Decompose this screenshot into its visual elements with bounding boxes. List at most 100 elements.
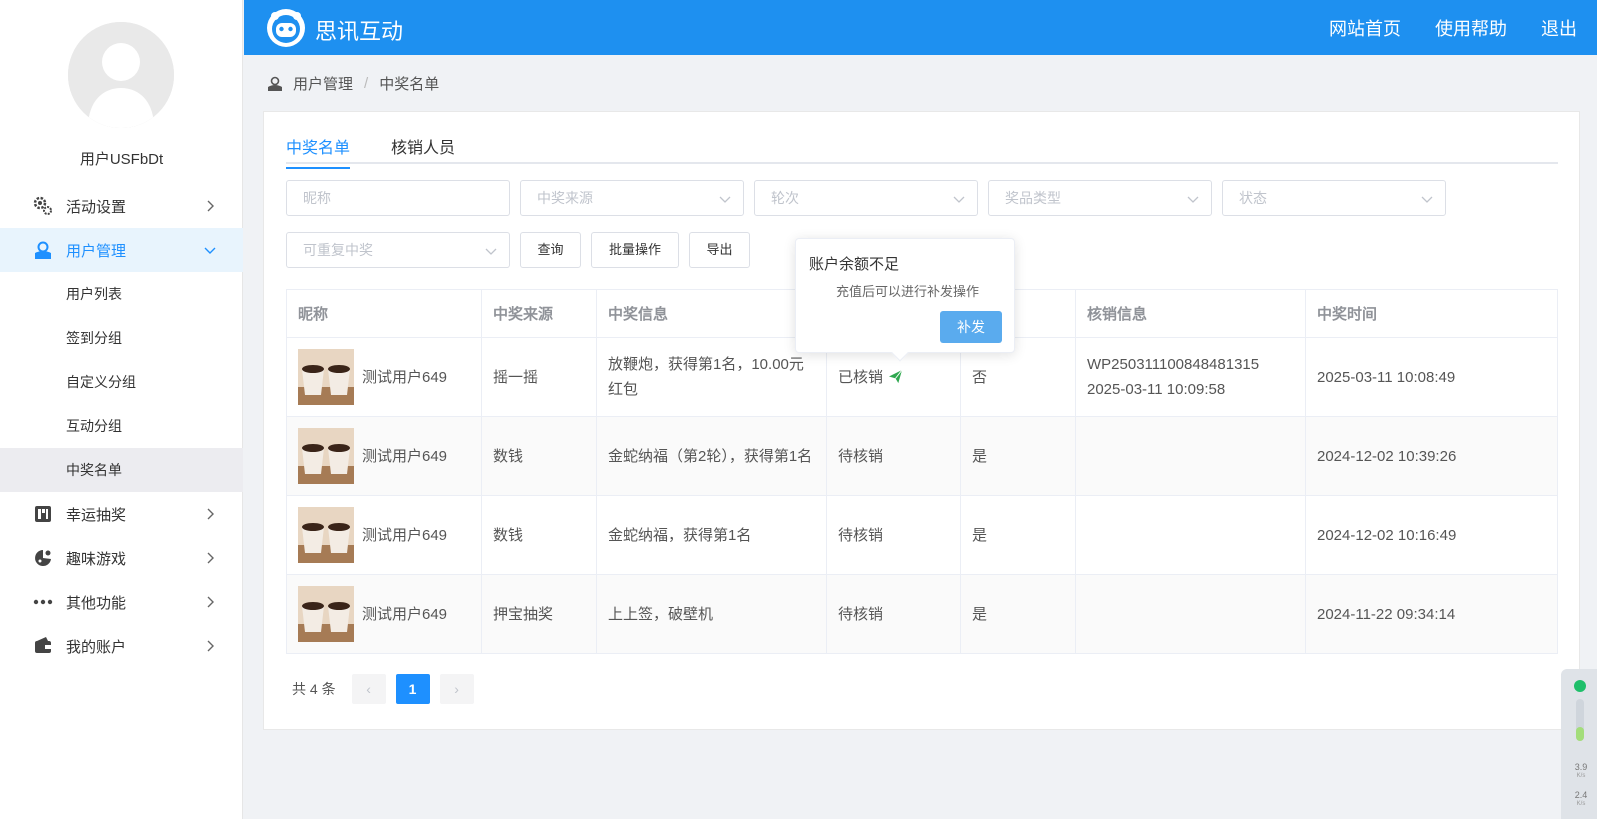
sidebar-subitem-winner-list[interactable]: 中奖名单	[0, 448, 243, 492]
nickname-text: 测试用户649	[362, 605, 448, 623]
export-button[interactable]: 导出	[689, 232, 750, 268]
nickname-text: 测试用户649	[362, 447, 448, 465]
sidebar-item-label: 活动设置	[66, 198, 127, 216]
round-select-placeholder: 轮次	[771, 190, 799, 206]
prize-info-cell: 金蛇纳福，获得第1名	[596, 495, 827, 575]
sidebar-item-label: 其他功能	[66, 594, 127, 612]
chevron-right-icon	[207, 640, 214, 652]
user-shield-icon	[268, 76, 282, 91]
round-select[interactable]: 轮次	[754, 180, 978, 216]
user-cell: 测试用户649	[298, 349, 470, 405]
source-cell: 押宝抽奖	[481, 574, 597, 654]
sidebar-subitem-custom-group[interactable]: 自定义分组	[0, 360, 243, 404]
sidebar-subitem-interaction-group[interactable]: 互动分组	[0, 404, 243, 448]
prev-page-button[interactable]: ‹	[351, 674, 386, 704]
download-unit: K/s	[1576, 801, 1586, 807]
robot-logo-icon[interactable]	[266, 8, 306, 48]
status-select[interactable]: 状态	[1222, 180, 1446, 216]
avatar-placeholder-icon	[68, 22, 174, 128]
prize-info-cell: 放鞭炮，获得第1名，10.00元红包	[596, 337, 827, 417]
user-thumbnail	[298, 507, 354, 563]
sidebar-item-lucky-draw[interactable]: 幸运抽奖	[0, 492, 243, 536]
source-select[interactable]: 中奖来源	[520, 180, 744, 216]
win-time-cell: 2024-12-02 10:16:49	[1305, 495, 1558, 575]
link-help[interactable]: 使用帮助	[1435, 15, 1507, 41]
sidebar-item-my-account[interactable]: 我的账户	[0, 624, 243, 668]
sidebar-subitem-user-list[interactable]: 用户列表	[0, 272, 243, 316]
sidebar-subitem-checkin-group[interactable]: 签到分组	[0, 316, 243, 360]
repeat-win-cell[interactable]: 是	[960, 495, 1076, 575]
chevron-down-icon	[1421, 196, 1433, 203]
repeat-win-cell[interactable]: 是	[960, 574, 1076, 654]
repeat-win-select[interactable]: 可重复中奖	[286, 232, 510, 268]
breadcrumb: 用户管理 / 中奖名单	[267, 73, 439, 94]
query-button[interactable]: 查询	[520, 232, 581, 268]
sidebar-item-fun-games[interactable]: 趣味游戏	[0, 536, 243, 580]
sidebar-item-user-management[interactable]: 用户管理	[0, 228, 243, 272]
logo-text[interactable]: 思讯互动	[315, 14, 403, 46]
status-select-placeholder: 状态	[1239, 190, 1267, 206]
sidebar-item-other-features[interactable]: 其他功能	[0, 580, 243, 624]
sidebar-item-label: 用户管理	[66, 242, 127, 260]
chevron-down-icon	[485, 248, 497, 255]
upload-unit: K/s	[1576, 773, 1586, 779]
user-cell: 测试用户649	[298, 428, 470, 484]
popover-description: 充值后可以进行补发操作	[836, 284, 980, 299]
usage-bar-fill	[1576, 727, 1584, 741]
win-time-cell: 2025-03-11 10:08:49	[1305, 337, 1558, 417]
verify-info-cell	[1075, 574, 1306, 654]
wallet-icon	[32, 635, 54, 657]
game-icon	[32, 547, 54, 569]
verify-info-cell	[1075, 416, 1306, 496]
total-count: 共 4 条	[292, 681, 336, 697]
chevron-right-icon	[207, 596, 214, 608]
chevron-down-icon	[1187, 196, 1199, 203]
table-row: 测试用户649 数钱 金蛇纳福（第2轮），获得第1名 待核销 是 2024-12…	[286, 416, 1558, 496]
sidebar-item-label: 幸运抽奖	[66, 506, 127, 524]
batch-operation-button[interactable]: 批量操作	[591, 232, 679, 268]
send-icon[interactable]	[888, 369, 903, 384]
prize-type-select[interactable]: 奖品类型	[988, 180, 1212, 216]
prize-type-select-placeholder: 奖品类型	[1005, 190, 1061, 206]
tab-verifiers[interactable]: 核销人员	[391, 134, 455, 167]
next-page-button[interactable]: ›	[439, 674, 474, 704]
repeat-win-cell[interactable]: 是	[960, 416, 1076, 496]
sidebar: 用户USFbDt 活动设置 用户管理 用户列表 签到分组 自定义分组 互动分组 …	[0, 0, 243, 819]
insufficient-balance-popover: 账户余额不足 充值后可以进行补发操作 补发	[795, 238, 1015, 362]
page-button[interactable]: 1	[395, 674, 430, 704]
col-nickname: 昵称	[286, 289, 482, 338]
status-cell[interactable]: 待核销	[826, 495, 961, 575]
upload-speed: 3.9	[1574, 762, 1588, 772]
breadcrumb-parent[interactable]: 用户管理	[293, 73, 353, 94]
status-text: 已核销	[838, 368, 884, 386]
user-cell: 测试用户649	[298, 507, 470, 563]
pagination: 共 4 条 ‹ 1 ›	[292, 674, 474, 704]
verify-code: WP250311100848481315	[1087, 356, 1260, 373]
chevron-down-icon	[953, 196, 965, 203]
sidebar-menu: 活动设置 用户管理 用户列表 签到分组 自定义分组 互动分组 中奖名单 幸运抽奖…	[0, 184, 243, 668]
top-links: 网站首页 使用帮助 退出	[1329, 0, 1577, 55]
sidebar-item-label: 我的账户	[66, 638, 127, 656]
status-dot-icon	[1574, 680, 1586, 692]
source-select-placeholder: 中奖来源	[537, 190, 593, 206]
status-cell[interactable]: 待核销	[826, 574, 961, 654]
link-logout[interactable]: 退出	[1541, 15, 1577, 41]
chevron-down-icon	[719, 196, 731, 203]
link-home[interactable]: 网站首页	[1329, 15, 1401, 41]
avatar[interactable]	[68, 22, 174, 128]
breadcrumb-separator: /	[364, 75, 369, 92]
more-icon	[32, 591, 54, 613]
top-bar: 思讯互动 网站首页 使用帮助 退出	[244, 0, 1597, 55]
reissue-button[interactable]: 补发	[940, 311, 1002, 343]
status-cell[interactable]: 待核销	[826, 416, 961, 496]
win-time-cell: 2024-12-02 10:39:26	[1305, 416, 1558, 496]
sidebar-item-activity-settings[interactable]: 活动设置	[0, 184, 243, 228]
repeat-win-select-placeholder: 可重复中奖	[303, 242, 373, 258]
sidebar-item-label: 趣味游戏	[66, 550, 127, 568]
chevron-down-icon	[204, 247, 216, 254]
popover-title: 账户余额不足	[809, 256, 900, 273]
nickname-input[interactable]: 昵称	[286, 180, 510, 216]
col-win-time: 中奖时间	[1305, 289, 1558, 338]
network-speed-widget[interactable]: 3.9 K/s 2.4 K/s	[1561, 669, 1597, 819]
tab-winner-list[interactable]: 中奖名单	[286, 134, 351, 169]
